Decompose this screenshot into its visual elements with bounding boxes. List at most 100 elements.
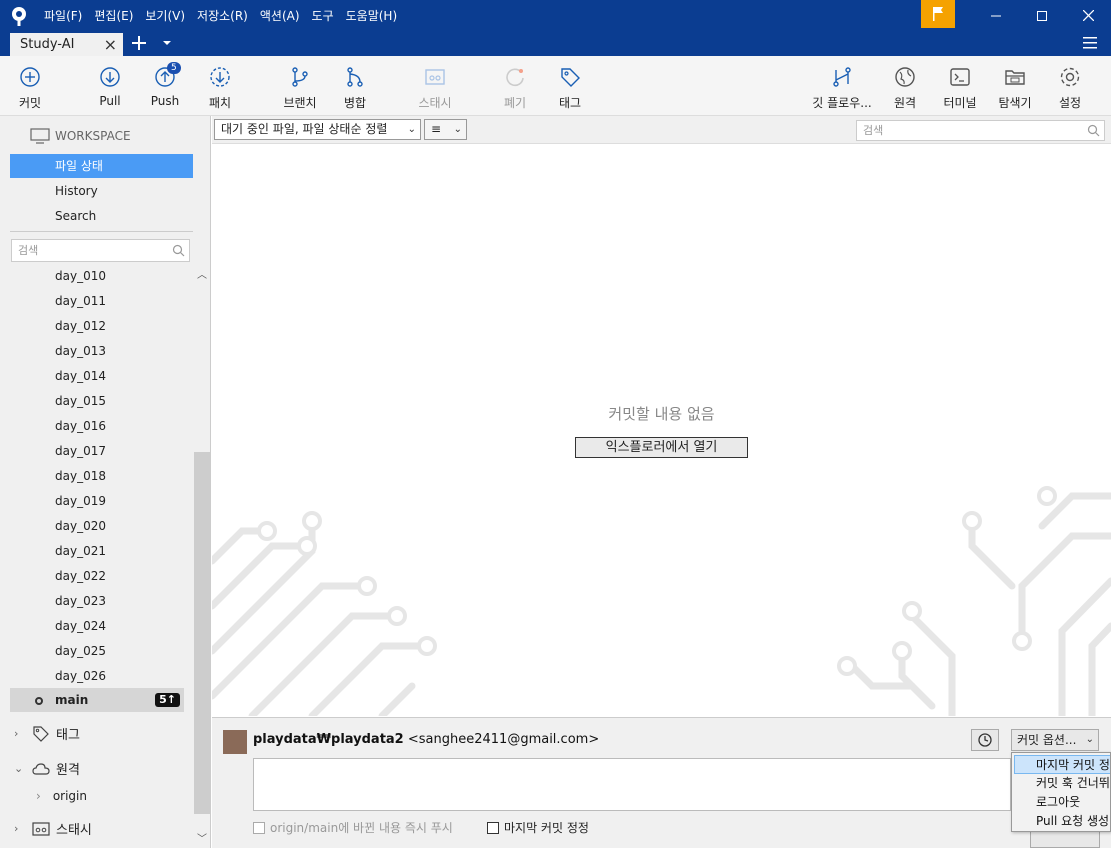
menu-actions[interactable]: 액션(A): [260, 7, 300, 24]
branch-item[interactable]: day_012: [55, 319, 106, 333]
maximize-button[interactable]: [1019, 0, 1065, 31]
hamburger-menu-icon[interactable]: [1082, 36, 1098, 50]
file-filter-select[interactable]: 대기 중인 파일, 파일 상태순 정렬 ⌄: [214, 119, 421, 140]
branch-item[interactable]: day_010: [55, 269, 106, 283]
current-branch-main[interactable]: main 5↑: [10, 688, 184, 712]
discard-icon: [506, 68, 524, 87]
commit-button[interactable]: 커밋: [0, 66, 60, 111]
branch-item[interactable]: day_022: [55, 569, 106, 583]
discard-button[interactable]: 폐기: [485, 66, 545, 111]
open-in-explorer-button[interactable]: 익스플로러에서 열기: [575, 437, 748, 458]
dropdown-item-create-pull-request[interactable]: Pull 요청 생성: [1012, 812, 1110, 831]
file-search-input[interactable]: 검색: [856, 120, 1105, 141]
remote-label: 원격: [893, 96, 917, 110]
remote-button[interactable]: 원격: [875, 66, 935, 111]
sidebar-section-tags[interactable]: › 태그: [14, 724, 80, 743]
sidebar-item-file-status[interactable]: 파일 상태: [10, 154, 193, 178]
sidebar-item-history[interactable]: History: [10, 179, 193, 203]
branch-item[interactable]: day_025: [55, 644, 106, 658]
sidebar-divider: [10, 231, 193, 232]
dropdown-item-sign-out[interactable]: 로그아웃: [1012, 793, 1110, 812]
branch-item[interactable]: day_019: [55, 494, 106, 508]
tab-close-icon[interactable]: ×: [104, 33, 117, 56]
pull-label: Pull: [99, 94, 121, 108]
commit-history-button[interactable]: [971, 729, 999, 751]
list-view-icon: ≡: [431, 122, 442, 136]
branch-item[interactable]: day_014: [55, 369, 106, 383]
circuit-background-decoration: [212, 486, 1111, 716]
menu-file[interactable]: 파일(F): [44, 7, 82, 24]
clock-icon: [978, 733, 992, 747]
sidebar-section-stashes[interactable]: › 스태시: [14, 819, 92, 838]
menu-edit[interactable]: 편집(E): [94, 7, 133, 24]
sidebar-section-remotes[interactable]: ⌄ 원격: [14, 759, 80, 778]
explorer-button[interactable]: 탐색기: [985, 66, 1045, 111]
menu-help[interactable]: 도움말(H): [346, 7, 398, 24]
commit-options-button[interactable]: 커밋 옵션... ⌄: [1011, 729, 1099, 751]
tab-list-chevron-icon[interactable]: [161, 37, 173, 49]
branch-button[interactable]: 브랜치: [270, 66, 330, 111]
globe-icon: [895, 67, 915, 87]
flag-button[interactable]: [921, 0, 955, 28]
tag-label: 태그: [558, 96, 582, 110]
sidebar-item-search[interactable]: Search: [10, 204, 193, 228]
push-label: Push: [150, 94, 180, 108]
close-button[interactable]: [1065, 0, 1111, 31]
fetch-button[interactable]: 패치: [190, 66, 250, 111]
settings-label: 설정: [1058, 96, 1082, 110]
scroll-up-icon[interactable]: ︿: [197, 266, 207, 281]
gitflow-button[interactable]: 깃 플로우...: [812, 66, 872, 111]
amend-checkbox[interactable]: 마지막 커밋 정정: [487, 819, 589, 836]
branch-item[interactable]: day_020: [55, 519, 106, 533]
minimize-button[interactable]: [973, 0, 1019, 31]
pull-icon: [100, 67, 120, 87]
branch-item[interactable]: day_013: [55, 344, 106, 358]
branch-item[interactable]: day_017: [55, 444, 106, 458]
search-icon: [1087, 124, 1100, 137]
sidebar-scrollbar-thumb[interactable]: [194, 452, 210, 814]
menu-repository[interactable]: 저장소(R): [197, 7, 248, 24]
add-tab-icon[interactable]: [129, 33, 149, 53]
repo-tab[interactable]: Study-AI ×: [10, 33, 123, 56]
settings-button[interactable]: 설정: [1040, 66, 1100, 111]
sidebar-search-input[interactable]: 검색: [11, 239, 190, 262]
amend-label: 마지막 커밋 정정: [504, 821, 589, 835]
cloud-icon: [32, 762, 50, 775]
tag-icon: [33, 725, 49, 742]
terminal-button[interactable]: 터미널: [930, 66, 990, 111]
branch-item[interactable]: day_016: [55, 419, 106, 433]
branch-item[interactable]: day_011: [55, 294, 106, 308]
scroll-down-icon[interactable]: ﹀: [197, 830, 207, 845]
commit-options-dropdown: 마지막 커밋 정정 커밋 훅 건너뛰기 로그아웃 Pull 요청 생성: [1011, 752, 1111, 832]
commit-icon: [20, 67, 40, 87]
main-content: 대기 중인 파일, 파일 상태순 정렬 ⌄ ≡ ⌄ 검색 커밋할 내용 없음 익…: [212, 116, 1111, 716]
branch-item[interactable]: day_024: [55, 619, 106, 633]
dropdown-item-skip-hooks[interactable]: 커밋 훅 건너뛰기: [1012, 774, 1110, 793]
branch-item[interactable]: day_015: [55, 394, 106, 408]
author-email: <sanghee2411@gmail.com>: [407, 732, 600, 747]
view-mode-select[interactable]: ≡ ⌄: [424, 119, 467, 140]
commit-message-input[interactable]: [253, 758, 1011, 811]
dropdown-item-amend[interactable]: 마지막 커밋 정정: [1014, 755, 1110, 774]
menu-tools[interactable]: 도구: [312, 7, 334, 24]
filter-bar: 대기 중인 파일, 파일 상태순 정렬 ⌄ ≡ ⌄ 검색: [212, 116, 1111, 144]
menu-view[interactable]: 보기(V): [145, 7, 185, 24]
branch-item[interactable]: day_021: [55, 544, 106, 558]
remote-origin[interactable]: › origin: [36, 789, 87, 803]
tag-icon: [561, 68, 580, 87]
push-immediately-checkbox[interactable]: origin/main에 바뀐 내용 즉시 푸시: [253, 819, 453, 836]
merge-button[interactable]: 병합: [325, 66, 385, 111]
author-avatar: [223, 730, 247, 754]
branch-item[interactable]: day_026: [55, 669, 106, 683]
origin-label: origin: [52, 789, 87, 803]
stash-button[interactable]: 스태시: [405, 66, 465, 111]
push-button[interactable]: 5 Push: [135, 62, 195, 108]
tag-button[interactable]: 태그: [540, 66, 600, 111]
branch-item[interactable]: day_018: [55, 469, 106, 483]
branch-item[interactable]: day_023: [55, 594, 106, 608]
pull-button[interactable]: Pull: [80, 66, 140, 108]
checkbox-icon: [253, 821, 265, 834]
discard-label: 폐기: [503, 96, 527, 110]
commit-panel: playdata₩playdata2 <sanghee2411@gmail.co…: [212, 717, 1111, 848]
menu-bar: 파일(F) 편집(E) 보기(V) 저장소(R) 액션(A) 도구 도움말(H): [44, 0, 409, 31]
